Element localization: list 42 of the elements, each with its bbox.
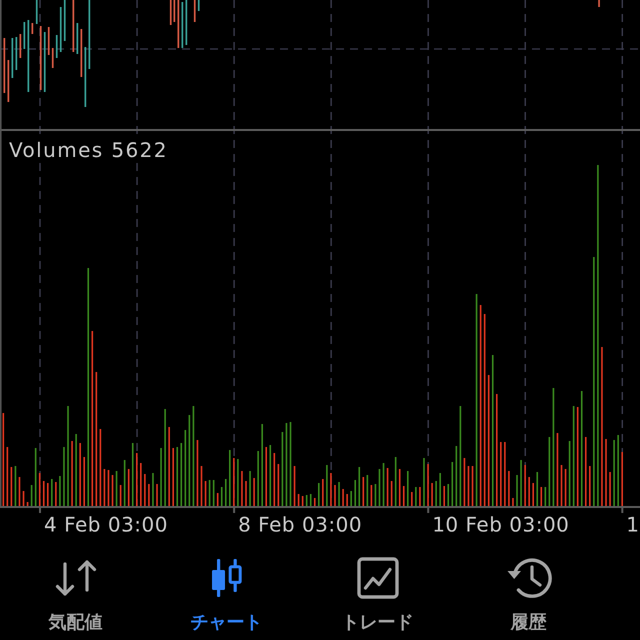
nav-tab[interactable]: チャート <box>151 540 302 640</box>
candlestick <box>64 0 66 41</box>
candlestick <box>52 48 54 68</box>
candlestick <box>28 20 30 92</box>
candlestick <box>186 0 188 45</box>
candlestick <box>598 0 600 7</box>
nav-tab[interactable]: トレード <box>302 540 453 640</box>
candlestick <box>48 27 50 55</box>
candlestick <box>20 34 22 58</box>
candlestick <box>16 37 18 70</box>
time-axis-label: 1 <box>626 512 640 536</box>
candlestick <box>36 0 38 24</box>
nav-tab[interactable]: 気配値 <box>0 540 151 640</box>
candlestick <box>40 26 42 90</box>
candlestick <box>194 0 196 22</box>
time-axis-label: 8 Feb 03:00 <box>238 512 362 536</box>
candlestick <box>56 35 58 58</box>
candlestick-icon <box>210 559 242 597</box>
candlestick <box>60 7 62 52</box>
candlestick <box>4 38 6 93</box>
candlestick <box>24 22 26 49</box>
candlestick <box>178 0 180 48</box>
candlestick <box>44 32 46 92</box>
candlestick <box>8 60 10 102</box>
candlestick <box>182 2 184 48</box>
time-axis-label: 4 Feb 03:00 <box>44 512 168 536</box>
candlestick <box>76 23 78 54</box>
line-chart-icon <box>356 557 398 599</box>
indicator-label: Volumes 5622 <box>9 138 168 162</box>
candlestick <box>174 0 176 22</box>
candlestick <box>80 29 82 77</box>
history-icon <box>506 556 552 600</box>
up-down-arrows-icon <box>54 559 96 597</box>
candlestick <box>72 0 74 52</box>
candlestick <box>12 38 14 78</box>
time-axis-label: 10 Feb 03:00 <box>432 512 570 536</box>
candlestick <box>170 0 172 25</box>
candlestick <box>88 0 90 69</box>
nav-tab[interactable]: 履歴 <box>453 540 604 640</box>
candlestick <box>32 23 34 34</box>
candlestick <box>198 0 200 11</box>
candlestick <box>84 47 86 107</box>
